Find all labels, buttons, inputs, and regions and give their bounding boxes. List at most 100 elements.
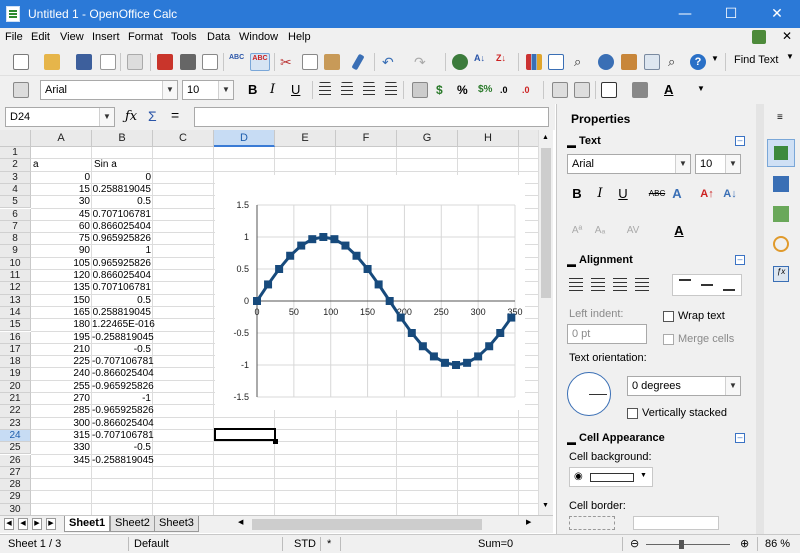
delete-decimal-icon[interactable]: .0	[522, 82, 538, 98]
cell-a10[interactable]: 105	[31, 258, 92, 270]
cell-a8[interactable]: 75	[31, 233, 92, 245]
cell-b2[interactable]: Sin a	[92, 159, 153, 171]
column-header-b[interactable]: B	[92, 130, 153, 147]
chevron-down-icon[interactable]: ▼	[675, 155, 690, 173]
orientation-combo[interactable]: 0 degrees ▼	[627, 376, 741, 396]
menu-window[interactable]: Window	[239, 31, 278, 43]
row-header-13[interactable]: 13	[0, 294, 31, 307]
sidebar-italic-icon[interactable]: I	[590, 184, 610, 204]
bold-icon[interactable]: B	[248, 82, 264, 98]
align-bottom-icon[interactable]	[723, 289, 735, 291]
status-zoom[interactable]: 86 %	[765, 538, 790, 550]
cell-a11[interactable]: 120	[31, 270, 92, 282]
toolbar-overflow-icon[interactable]: ▼	[711, 54, 719, 63]
cell-a6[interactable]: 45	[31, 209, 92, 221]
number-format-icon[interactable]: $%	[478, 82, 494, 98]
cell-a21[interactable]: 270	[31, 393, 92, 405]
cell-b23[interactable]: -0.866025404	[92, 418, 154, 430]
row-header-29[interactable]: 29	[0, 491, 31, 504]
chevron-down-icon[interactable]: ▼	[162, 81, 177, 99]
cell-b16[interactable]: -0.258819045	[92, 332, 154, 344]
cell-a20[interactable]: 255	[31, 381, 92, 393]
alignment-more-icon[interactable]: –	[735, 255, 745, 265]
sort-descending-icon[interactable]: Z↓	[496, 54, 512, 70]
cell-b14[interactable]: 0.258819045	[92, 307, 153, 319]
help-icon[interactable]: ?	[690, 54, 706, 70]
sidebar-font-name[interactable]: Arial ▼	[567, 154, 691, 174]
cell-a17[interactable]: 210	[31, 344, 92, 356]
row-header-8[interactable]: 8	[0, 233, 31, 246]
sidebar-scrollbar[interactable]	[756, 104, 764, 534]
find-text-label[interactable]: Find Text	[734, 54, 778, 66]
align-right-icon[interactable]	[363, 82, 375, 98]
cell-b12[interactable]: 0.707106781	[92, 282, 153, 294]
align-left-icon[interactable]	[319, 82, 331, 98]
next-sheet-icon[interactable]: ▶	[32, 518, 42, 530]
menu-edit[interactable]: Edit	[31, 31, 50, 43]
row-header-2[interactable]: 2	[0, 159, 31, 172]
row-header-23[interactable]: 23	[0, 417, 31, 430]
row-header-18[interactable]: 18	[0, 356, 31, 369]
page-preview-icon[interactable]	[202, 54, 218, 70]
align-middle-icon[interactable]	[701, 284, 713, 286]
sidebar-decrease-font-icon[interactable]: A↓	[720, 184, 740, 204]
row-header-20[interactable]: 20	[0, 380, 31, 393]
scroll-up-icon[interactable]: ▲	[542, 134, 549, 141]
status-page-style[interactable]: Default	[134, 538, 169, 550]
row-header-14[interactable]: 14	[0, 306, 31, 320]
line-style-picker[interactable]	[633, 516, 719, 530]
row-header-11[interactable]: 11	[0, 270, 31, 283]
cell-b26[interactable]: -0.258819045	[92, 455, 154, 467]
cell-b7[interactable]: 0.866025404	[92, 221, 153, 233]
sidebar-align-left-icon[interactable]	[569, 278, 583, 292]
cell-b15[interactable]: 1.22465E-016	[92, 319, 155, 331]
hyperlink-icon[interactable]	[452, 54, 468, 70]
row-header-5[interactable]: 5	[0, 196, 31, 209]
vertical-scroll-thumb[interactable]	[541, 148, 551, 298]
cell-b4[interactable]: 0.258819045	[92, 184, 153, 196]
merge-cells-icon[interactable]	[412, 82, 428, 98]
row-header-22[interactable]: 22	[0, 405, 31, 418]
row-header-19[interactable]: 19	[0, 368, 31, 381]
navigator-deck-icon[interactable]	[773, 236, 789, 252]
cell-b5[interactable]: 0.5	[92, 196, 153, 208]
sidebar-subscript-icon[interactable]: Aₐ	[590, 221, 610, 241]
column-header-c[interactable]: C	[153, 130, 214, 147]
cell-b8[interactable]: 0.965925826	[92, 233, 153, 245]
sheet-tab-2[interactable]: Sheet2	[110, 516, 155, 532]
cell-b21[interactable]: -1	[92, 393, 153, 405]
zoom-icon[interactable]: ⌕	[668, 54, 684, 70]
zoom-in-icon[interactable]: ⊕	[740, 537, 749, 550]
styles-icon[interactable]	[13, 82, 29, 98]
first-sheet-icon[interactable]: ◀	[4, 518, 14, 530]
autospellcheck-icon[interactable]: ABC	[250, 53, 270, 71]
redo-icon[interactable]: ↷	[414, 54, 430, 70]
zoom-slider[interactable]	[646, 544, 730, 545]
underline-icon[interactable]: U	[291, 82, 307, 98]
cell-b11[interactable]: 0.866025404	[92, 270, 153, 282]
navigator-icon[interactable]	[598, 54, 614, 70]
cell-b20[interactable]: -0.965925826	[92, 381, 154, 393]
row-header-27[interactable]: 27	[0, 466, 31, 480]
text-section-collapse-icon[interactable]: ▬	[567, 140, 576, 150]
cell-a25[interactable]: 330	[31, 442, 92, 454]
vertical-scrollbar[interactable]: ▲ ▼	[538, 130, 553, 515]
scroll-down-icon[interactable]: ▼	[542, 502, 549, 509]
chevron-down-icon[interactable]: ▼	[99, 108, 114, 126]
cell-a22[interactable]: 285	[31, 405, 92, 417]
menu-tools[interactable]: Tools	[171, 31, 197, 43]
clone-formatting-icon[interactable]	[351, 53, 365, 71]
undo-icon[interactable]: ↶	[382, 54, 398, 70]
left-indent-field[interactable]: 0 pt	[567, 324, 647, 344]
menu-insert[interactable]: Insert	[92, 31, 120, 43]
percent-icon[interactable]: %	[457, 82, 473, 98]
sidebar-align-right-icon[interactable]	[613, 278, 627, 292]
menu-view[interactable]: View	[60, 31, 84, 43]
cell-a12[interactable]: 135	[31, 282, 92, 294]
zoom-slider-thumb[interactable]	[679, 540, 684, 549]
gallery-icon[interactable]	[621, 54, 637, 70]
column-header-e[interactable]: E	[275, 130, 336, 147]
new-document-icon[interactable]	[13, 54, 29, 70]
column-header-d[interactable]: D	[214, 130, 275, 147]
alignment-collapse-icon[interactable]: ▬	[567, 259, 576, 269]
